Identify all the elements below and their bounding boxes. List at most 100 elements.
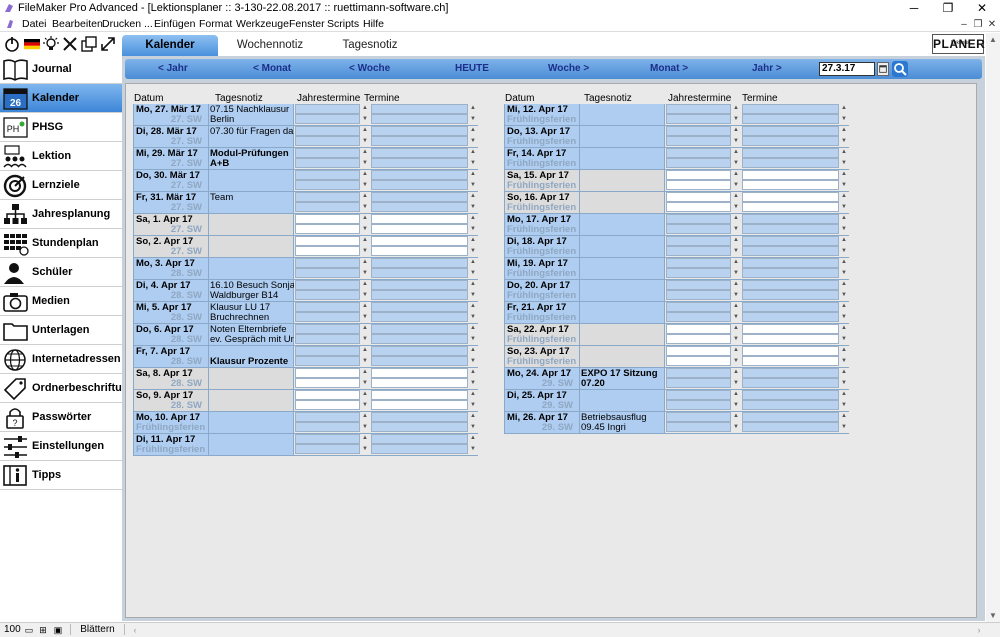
scroll-down-icon[interactable]: ▼	[361, 159, 369, 168]
termin-field[interactable]	[742, 312, 839, 322]
scroll-down-icon[interactable]: ▼	[469, 247, 477, 256]
termin-field[interactable]	[371, 104, 468, 114]
scroll-up-icon[interactable]: ▲	[732, 258, 740, 267]
termin-field[interactable]	[371, 180, 468, 190]
termin-field[interactable]	[742, 214, 839, 224]
sidebar-item-phsg[interactable]: PH PHSG	[0, 113, 122, 142]
mdi-minimize-button[interactable]: –	[958, 18, 970, 31]
day-note-field[interactable]	[580, 390, 665, 411]
day-note-field[interactable]: 07.30 für Fragen da	[209, 126, 294, 147]
scroll-down-icon[interactable]: ▼	[361, 401, 369, 410]
scroll-up-icon[interactable]: ▲	[361, 280, 369, 289]
power-icon[interactable]	[3, 35, 21, 53]
scroll-up-icon[interactable]: ▲	[732, 148, 740, 157]
scroll-up-icon[interactable]: ▲	[840, 126, 848, 135]
termin-field[interactable]	[371, 136, 468, 146]
jahrestermin-field[interactable]	[666, 158, 731, 168]
sidebar-item-internetadressen[interactable]: Internetadressen	[0, 345, 122, 374]
scroll-up-icon[interactable]: ▲	[469, 434, 477, 443]
sidebar-item-passwoerter[interactable]: ? Passwörter	[0, 403, 122, 432]
day-note-field[interactable]	[209, 368, 294, 389]
jahrestermin-field[interactable]	[295, 148, 360, 158]
menu-drucken[interactable]: Drucken ...	[102, 18, 153, 30]
scroll-down-icon[interactable]: ▼	[840, 225, 848, 234]
scroll-up-icon[interactable]: ▲	[732, 324, 740, 333]
day-note-field[interactable]	[580, 324, 665, 345]
day-note-field[interactable]: 16.10 Besuch Sonja Waldburger B14	[209, 280, 294, 301]
scroll-up-icon[interactable]: ▲	[469, 324, 477, 333]
termin-field[interactable]	[371, 114, 468, 124]
jahrestermin-field[interactable]	[666, 246, 731, 256]
termin-field[interactable]	[742, 268, 839, 278]
jahrestermin-field[interactable]	[666, 258, 731, 268]
scroll-down-icon[interactable]: ▼	[840, 335, 848, 344]
scroll-up-icon[interactable]: ▲	[469, 302, 477, 311]
scroll-down-icon[interactable]: ▼	[361, 445, 369, 454]
scroll-up-icon[interactable]: ▲	[469, 368, 477, 377]
date-cell[interactable]: Mi, 5. Apr 17 28. SW	[133, 302, 209, 323]
jahrestermin-field[interactable]	[666, 104, 731, 114]
jahrestermin-field[interactable]	[666, 390, 731, 400]
termin-field[interactable]	[742, 302, 839, 312]
termin-field[interactable]	[371, 444, 468, 454]
termin-field[interactable]	[742, 104, 839, 114]
scroll-up-icon[interactable]: ▲	[840, 390, 848, 399]
sidebar-item-schueler[interactable]: Schüler	[0, 258, 122, 287]
date-cell[interactable]: So, 2. Apr 17 27. SW	[133, 236, 209, 257]
termin-field[interactable]	[371, 258, 468, 268]
scroll-down-icon[interactable]: ▼	[840, 115, 848, 124]
scroll-down-icon[interactable]: ▼	[840, 247, 848, 256]
date-cell[interactable]: Di, 18. Apr 17 Frühlingsferien 2	[504, 236, 584, 257]
jahrestermin-field[interactable]	[295, 114, 360, 124]
scroll-up-icon[interactable]: ▲	[840, 412, 848, 421]
date-cell[interactable]: Di, 28. Mär 17 27. SW	[133, 126, 209, 147]
scroll-down-icon[interactable]: ▼	[732, 423, 740, 432]
jahrestermin-field[interactable]	[295, 334, 360, 344]
scroll-down-icon[interactable]: ▼	[469, 423, 477, 432]
sidebar-item-unterlagen[interactable]: Unterlagen	[0, 316, 122, 345]
scroll-up-icon[interactable]: ▲	[361, 148, 369, 157]
termin-field[interactable]	[742, 412, 839, 422]
jahrestermin-field[interactable]	[295, 268, 360, 278]
jahrestermin-field[interactable]	[295, 126, 360, 136]
day-note-field[interactable]	[580, 258, 665, 279]
scroll-down-icon[interactable]: ▼	[732, 313, 740, 322]
scroll-down-icon[interactable]: ▼	[469, 203, 477, 212]
scroll-down-icon[interactable]: ▼	[732, 225, 740, 234]
scroll-up-icon[interactable]: ▲	[732, 368, 740, 377]
scroll-up-icon[interactable]: ▲	[361, 368, 369, 377]
jahrestermin-field[interactable]	[666, 136, 731, 146]
jahrestermin-field[interactable]	[666, 180, 731, 190]
scroll-up-icon[interactable]: ▲	[840, 258, 848, 267]
calendar-picker-icon[interactable]	[877, 62, 889, 76]
day-note-field[interactable]: Modul-Prüfungen A+B	[209, 148, 294, 169]
scroll-down-icon[interactable]: ▼	[361, 313, 369, 322]
day-note-field[interactable]	[580, 170, 665, 191]
menu-hilfe[interactable]: Hilfe	[363, 18, 384, 30]
scroll-down-icon[interactable]: ▼	[840, 159, 848, 168]
scroll-down-icon[interactable]: ▼	[469, 445, 477, 454]
termin-field[interactable]	[742, 280, 839, 290]
date-cell[interactable]: Do, 6. Apr 17 28. SW	[133, 324, 209, 345]
scroll-up-icon[interactable]: ▲	[840, 104, 848, 113]
jahrestermin-field[interactable]	[295, 258, 360, 268]
scroll-up-icon[interactable]: ▲	[361, 192, 369, 201]
scroll-up-icon[interactable]: ▲	[361, 104, 369, 113]
scroll-down-icon[interactable]: ▼	[361, 137, 369, 146]
lightbulb-icon[interactable]	[42, 35, 60, 53]
day-note-field[interactable]: Noten Elternbriefe ev. Gespräch mit Urs	[209, 324, 294, 345]
jahrestermin-field[interactable]	[295, 104, 360, 114]
mdi-restore-button[interactable]: ❐	[972, 18, 984, 31]
jahrestermin-field[interactable]	[666, 224, 731, 234]
jahrestermin-field[interactable]	[295, 170, 360, 180]
jahrestermin-field[interactable]	[295, 400, 360, 410]
windows-icon[interactable]	[80, 35, 98, 53]
scroll-up-icon[interactable]: ▲	[361, 412, 369, 421]
scroll-down-icon[interactable]: ▼	[732, 203, 740, 212]
day-note-field[interactable]: EXPO 17 Sitzung 07.20	[580, 368, 665, 389]
scroll-up-icon[interactable]: ▲	[840, 192, 848, 201]
jahrestermin-field[interactable]	[295, 280, 360, 290]
date-cell[interactable]: Di, 4. Apr 17 28. SW	[133, 280, 209, 301]
day-note-field[interactable]: Klausur Prozente	[209, 346, 294, 367]
jahrestermin-field[interactable]	[295, 214, 360, 224]
